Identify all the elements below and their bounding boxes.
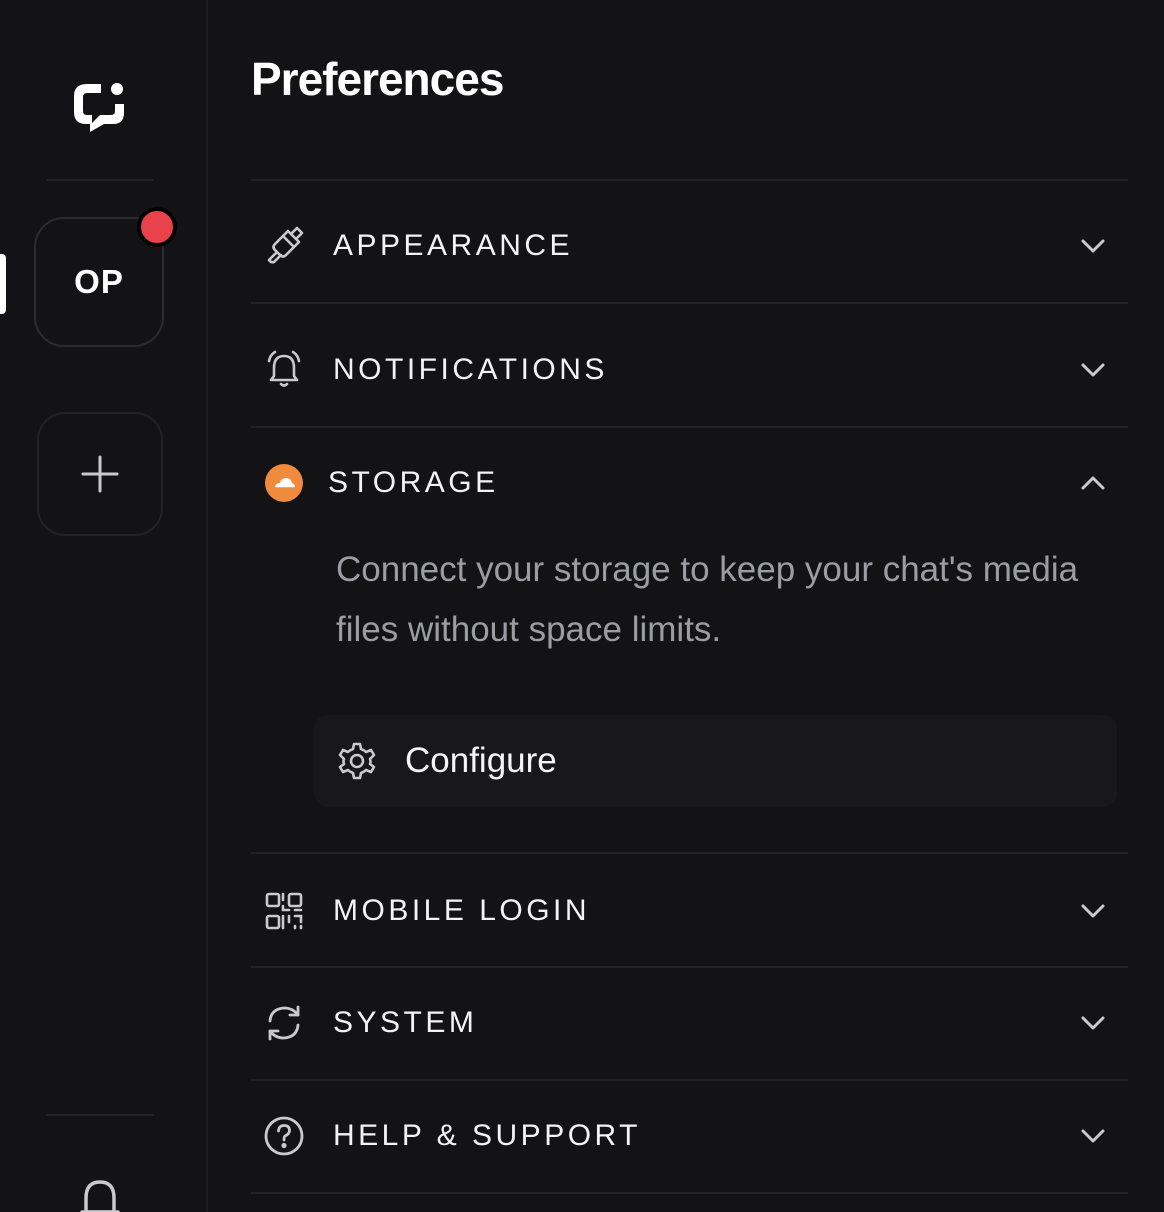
section-divider bbox=[251, 179, 1128, 181]
qr-code-icon bbox=[263, 890, 305, 932]
section-divider bbox=[251, 426, 1128, 428]
page-title: Preferences bbox=[251, 53, 504, 105]
sidebar: OP bbox=[0, 0, 208, 1212]
paintbrush-icon bbox=[263, 225, 305, 267]
section-divider bbox=[251, 852, 1128, 854]
section-storage-label: STORAGE bbox=[328, 466, 499, 499]
bell-ringing-icon bbox=[263, 349, 305, 391]
configure-storage-button[interactable]: Configure bbox=[314, 715, 1117, 807]
section-appearance-label: APPEARANCE bbox=[333, 229, 574, 262]
section-system[interactable]: SYSTEM bbox=[251, 973, 1128, 1073]
active-workspace-indicator bbox=[0, 254, 6, 314]
chevron-down-icon bbox=[1077, 895, 1109, 927]
section-divider bbox=[251, 1079, 1128, 1081]
section-mobile-login-label: MOBILE LOGIN bbox=[333, 894, 591, 927]
section-appearance[interactable]: APPEARANCE bbox=[251, 196, 1128, 296]
section-help-support-label: HELP & SUPPORT bbox=[333, 1119, 641, 1152]
chevron-down-icon bbox=[1077, 354, 1109, 386]
plus-icon bbox=[81, 455, 119, 493]
add-workspace-button[interactable] bbox=[37, 412, 163, 536]
chevron-up-icon bbox=[1077, 467, 1109, 499]
app-window: OP Preferences APPEARANCE NOTIFICATIONS … bbox=[0, 0, 1164, 1212]
configure-label: Configure bbox=[405, 741, 557, 780]
section-mobile-login[interactable]: MOBILE LOGIN bbox=[251, 861, 1128, 961]
chat-bubble-logo-icon[interactable] bbox=[73, 80, 127, 132]
section-notifications[interactable]: NOTIFICATIONS bbox=[251, 320, 1128, 420]
workspace-initials: OP bbox=[74, 263, 124, 300]
section-notifications-label: NOTIFICATIONS bbox=[333, 353, 608, 386]
section-system-label: SYSTEM bbox=[333, 1006, 478, 1039]
section-divider bbox=[251, 1192, 1128, 1194]
chevron-down-icon bbox=[1077, 230, 1109, 262]
storage-description: Connect your storage to keep your chat's… bbox=[336, 550, 1079, 649]
bell-icon[interactable] bbox=[78, 1178, 122, 1212]
refresh-icon bbox=[263, 1002, 305, 1044]
section-divider bbox=[251, 302, 1128, 304]
chevron-down-icon bbox=[1077, 1120, 1109, 1152]
chevron-down-icon bbox=[1077, 1007, 1109, 1039]
sidebar-divider-top bbox=[46, 179, 154, 181]
cloud-storage-icon bbox=[263, 462, 305, 504]
question-circle-icon bbox=[263, 1115, 305, 1157]
section-storage[interactable]: STORAGE bbox=[251, 433, 1128, 533]
section-divider bbox=[251, 966, 1128, 968]
notification-badge bbox=[137, 207, 177, 247]
gear-icon bbox=[336, 740, 378, 782]
section-help-support[interactable]: HELP & SUPPORT bbox=[251, 1086, 1128, 1186]
sidebar-divider-bottom bbox=[46, 1114, 154, 1116]
